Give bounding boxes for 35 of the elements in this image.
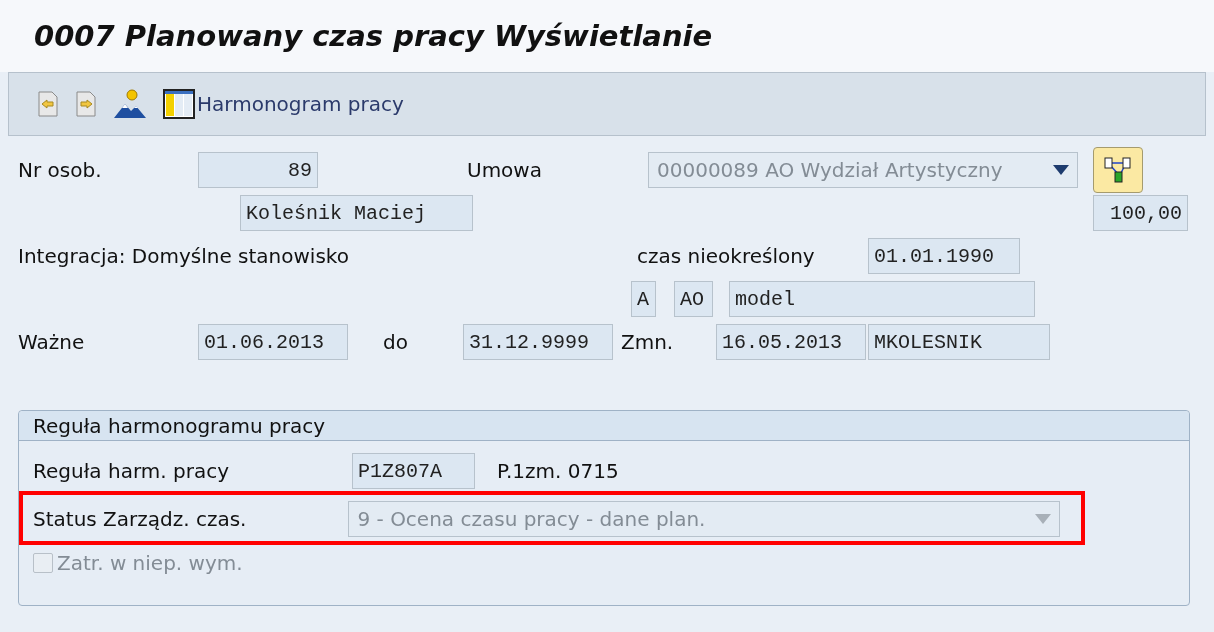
integration-text: Integracja: Domyślne stanowisko: [18, 244, 350, 268]
date-field[interactable]: 01.01.1990: [868, 238, 1020, 274]
caret-icon: [1035, 514, 1052, 524]
date-field[interactable]: 01.06.2013: [198, 324, 348, 360]
personnel-number-field[interactable]: 89: [198, 152, 318, 188]
prev-button[interactable]: [37, 91, 59, 117]
code-field[interactable]: AO: [674, 281, 713, 317]
date-field[interactable]: 16.05.2013: [716, 324, 866, 360]
window-title: 0007 Planowany czas pracy Wyświetlanie: [34, 19, 713, 53]
name-field[interactable]: Koleśnik Maciej: [240, 195, 473, 231]
next-button[interactable]: [75, 91, 97, 117]
code-field[interactable]: A: [631, 281, 656, 317]
checkbox-label: Zatr. w niep. wym.: [57, 551, 243, 575]
page-left-arrow-icon: [37, 91, 59, 117]
field-label: Nr osob.: [18, 158, 103, 182]
field-label: Zmn.: [621, 330, 675, 354]
rule-field[interactable]: P1Z807A: [352, 453, 475, 489]
field-label: Umowa: [467, 158, 543, 182]
caret-icon: [1053, 165, 1069, 175]
field-label: czas nieokreślony: [637, 244, 816, 268]
field-label: do: [383, 330, 409, 354]
text-field[interactable]: model: [729, 281, 1035, 317]
percentage-field[interactable]: 100,00: [1093, 195, 1188, 231]
date-field[interactable]: 31.12.9999: [463, 324, 613, 360]
user-field[interactable]: MKOLESNIK: [868, 324, 1050, 360]
org-structure-button[interactable]: [1093, 147, 1143, 193]
table-columns-icon: [163, 89, 195, 119]
group-title: Reguła harmonogramu pracy: [19, 411, 1189, 441]
page-right-arrow-icon: [75, 91, 97, 117]
schedule-button[interactable]: Harmonogram pracy: [163, 89, 404, 119]
field-label: Ważne: [18, 330, 86, 354]
field-label: Reguła harm. pracy: [33, 459, 230, 483]
field-label: Status Zarządz. czas.: [33, 507, 247, 531]
rule-description: P.1zm. 0715: [497, 459, 619, 483]
org-structure-icon: [1103, 155, 1133, 185]
